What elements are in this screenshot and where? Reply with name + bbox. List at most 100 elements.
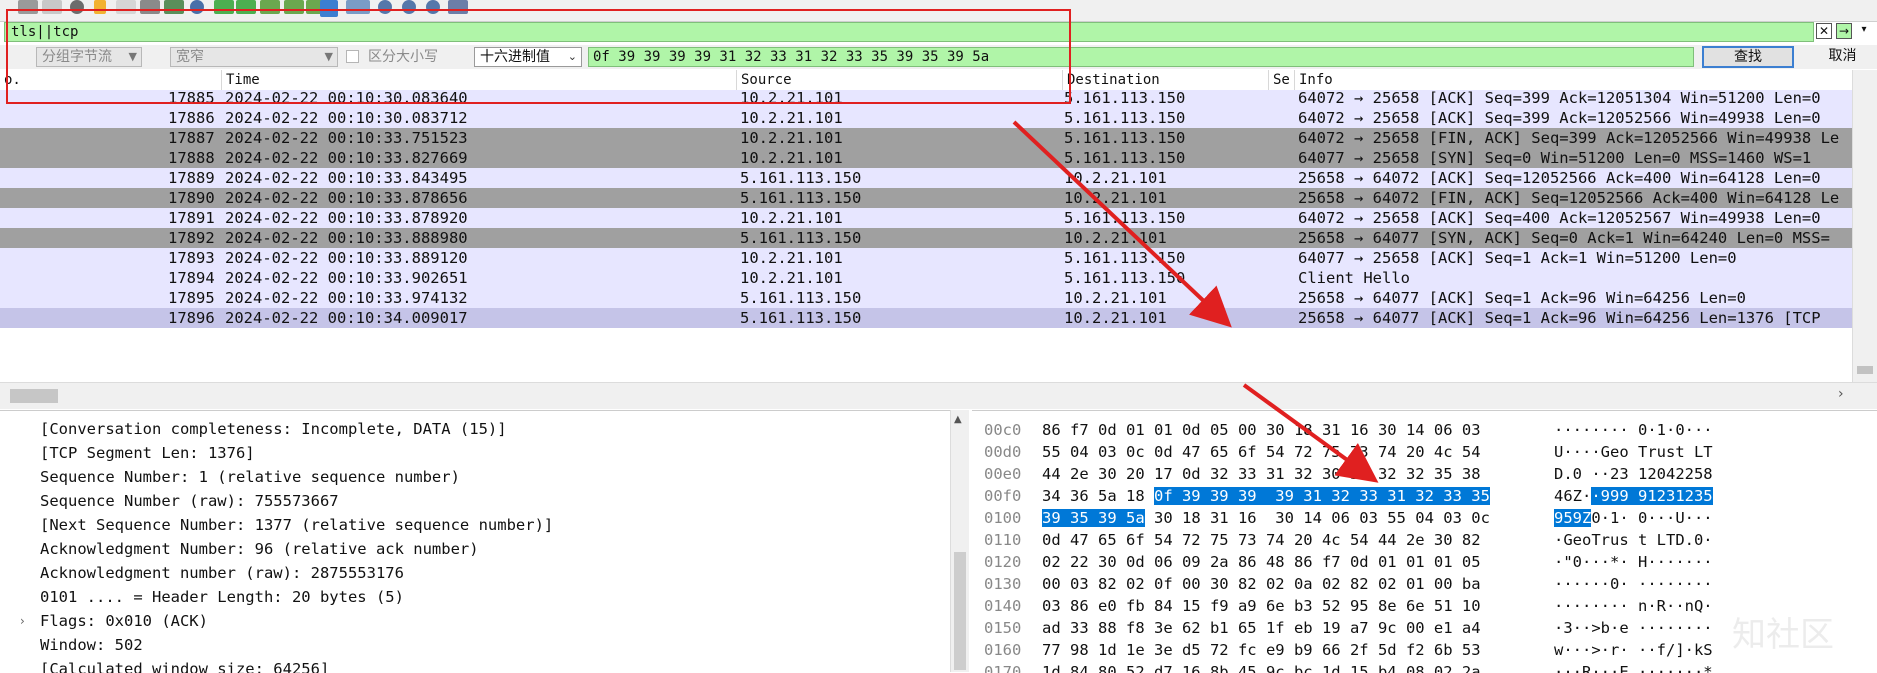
scroll-up-icon[interactable]: ▲: [954, 414, 962, 425]
packet-time: 2024-02-22 00:10:34.009017: [225, 309, 468, 327]
packet-no: 17885: [168, 90, 215, 107]
hex-line[interactable]: 0170 1d 84 80 52 d7 16 8b 45 9c bc 1d 15 …: [972, 661, 1877, 673]
go-back-icon[interactable]: [214, 0, 234, 14]
case-sensitive-checkbox[interactable]: [346, 50, 359, 63]
detail-line[interactable]: [Calculated window size: 64256]: [40, 657, 329, 673]
column-header-seq[interactable]: Se: [1269, 70, 1295, 90]
first-packet-icon[interactable]: [284, 0, 304, 14]
detail-line[interactable]: [TCP Segment Len: 1376]: [40, 441, 255, 465]
detail-line[interactable]: Sequence Number (raw): 755573667: [40, 489, 339, 513]
packet-source: 10.2.21.101: [740, 149, 843, 167]
packet-time: 2024-02-22 00:10:33.751523: [225, 129, 468, 147]
matched-bytes: 39 35 39 5a: [1042, 509, 1145, 527]
detail-line-flags[interactable]: Flags: 0x010 (ACK): [40, 609, 208, 633]
cancel-button[interactable]: 取消: [1808, 46, 1877, 68]
scrollbar-thumb[interactable]: [954, 552, 966, 670]
detail-line[interactable]: Window: 502: [40, 633, 143, 657]
column-header-time[interactable]: Time: [222, 70, 737, 90]
packet-time: 2024-02-22 00:10:33.888980: [225, 229, 468, 247]
packet-destination: 10.2.21.101: [1064, 229, 1167, 247]
zoom-out-icon[interactable]: [402, 0, 416, 14]
hex-line[interactable]: 00d0 55 04 03 0c 0d 47 65 6f 54 72 75 73 …: [972, 441, 1877, 463]
chevron-down-icon: ⌄: [567, 50, 577, 63]
packet-row[interactable]: 17887 2024-02-22 00:10:33.751523 10.2.21.1…: [0, 128, 1852, 148]
packet-row[interactable]: 17892 2024-02-22 00:10:33.888980 5.161.113…: [0, 228, 1852, 248]
colorize-icon[interactable]: [346, 0, 370, 14]
packet-source: 5.161.113.150: [740, 229, 862, 247]
save-file-icon[interactable]: [116, 0, 136, 14]
packet-info: 25658 → 64072 [FIN, ACK] Seq=12052566 Ac…: [1298, 189, 1840, 207]
column-header-destination[interactable]: Destination: [1063, 70, 1269, 90]
detail-line[interactable]: [Next Sequence Number: 1377 (relative se…: [40, 513, 553, 537]
packet-row[interactable]: 17888 2024-02-22 00:10:33.827669 10.2.21.1…: [0, 148, 1852, 168]
packet-source: 10.2.21.101: [740, 90, 843, 107]
packet-info: Client Hello: [1298, 269, 1410, 287]
hex-line-match[interactable]: 0100 39 35 39 5a 30 18 31 16 30 14 06 03 …: [972, 507, 1877, 529]
packet-no: 17893: [168, 249, 215, 267]
hex-line[interactable]: 0110 0d 47 65 6f 54 72 75 73 74 20 4c 54 …: [972, 529, 1877, 551]
packet-source: 10.2.21.101: [740, 209, 843, 227]
search-in-select[interactable]: 分组字节流 ▼: [36, 47, 142, 67]
hex-line[interactable]: 0130 00 03 82 02 0f 00 30 82 02 0a 02 82 …: [972, 573, 1877, 595]
packet-list-horizontal-scrollbar[interactable]: ›: [0, 382, 1877, 409]
scrollbar-thumb[interactable]: [10, 389, 58, 403]
packet-destination: 10.2.21.101: [1064, 169, 1167, 187]
open-file-icon[interactable]: [94, 0, 106, 14]
scroll-right-icon[interactable]: ›: [1838, 386, 1844, 402]
filter-dropdown-icon[interactable]: ▾: [1856, 23, 1872, 39]
find-packet-icon[interactable]: [190, 0, 204, 14]
go-to-packet-icon[interactable]: [260, 0, 280, 14]
packet-row[interactable]: 17889 2024-02-22 00:10:33.843495 5.161.113…: [0, 168, 1852, 188]
find-button[interactable]: 查找: [1702, 46, 1794, 68]
details-scrollbar[interactable]: ▲: [950, 410, 969, 672]
column-header-info[interactable]: Info: [1295, 70, 1852, 90]
display-type-select[interactable]: 十六进制值 ⌄: [474, 47, 582, 67]
hex-line[interactable]: 0120 02 22 30 0d 06 09 2a 86 48 86 f7 0d …: [972, 551, 1877, 573]
packet-row[interactable]: 17890 2024-02-22 00:10:33.878656 5.161.113…: [0, 188, 1852, 208]
detail-line[interactable]: Acknowledgment Number: 96 (relative ack …: [40, 537, 479, 561]
close-file-icon[interactable]: [140, 0, 160, 14]
packet-time: 2024-02-22 00:10:33.889120: [225, 249, 468, 267]
resize-columns-icon[interactable]: [448, 0, 468, 14]
packet-no: 17895: [168, 289, 215, 307]
packet-info: 25658 → 64077 [ACK] Seq=1 Ack=96 Win=642…: [1298, 309, 1821, 327]
restart-capture-icon[interactable]: [42, 0, 62, 14]
detail-line[interactable]: Acknowledgment number (raw): 2875553176: [40, 561, 404, 585]
column-header-source[interactable]: Source: [737, 70, 1063, 90]
packet-row[interactable]: 17891 2024-02-22 00:10:33.878920 10.2.21.1…: [0, 208, 1852, 228]
zoom-in-icon[interactable]: [378, 0, 392, 14]
packet-row[interactable]: 17894 2024-02-22 00:10:33.902651 10.2.21.1…: [0, 268, 1852, 288]
apply-filter-icon[interactable]: →: [1836, 23, 1852, 39]
packet-destination: 5.161.113.150: [1064, 109, 1186, 127]
stop-capture-icon[interactable]: [18, 0, 38, 14]
packet-row[interactable]: 17893 2024-02-22 00:10:33.889120 10.2.21.1…: [0, 248, 1852, 268]
detail-line[interactable]: 0101 .... = Header Length: 20 bytes (5): [40, 585, 404, 609]
hex-line-match[interactable]: 00f0 34 36 5a 18 0f 39 39 39 39 31 32 33 …: [972, 485, 1877, 507]
expand-chevron-icon[interactable]: ›: [20, 609, 25, 633]
packet-no: 17896: [168, 309, 215, 327]
column-header-no[interactable]: o.: [0, 70, 222, 90]
detail-line[interactable]: [Conversation completeness: Incomplete, …: [40, 417, 507, 441]
watermark: 知社区: [1732, 615, 1834, 655]
go-forward-icon[interactable]: [236, 0, 256, 14]
packet-bytes-pane: 00c0 86 f7 0d 01 01 0d 05 00 30 18 31 16 …: [972, 410, 1877, 673]
detail-line[interactable]: Sequence Number: 1 (relative sequence nu…: [40, 465, 460, 489]
capture-options-icon[interactable]: [70, 0, 84, 14]
packet-row[interactable]: 17886 2024-02-22 00:10:30.083712 10.2.21.1…: [0, 108, 1852, 128]
reload-icon[interactable]: [164, 0, 184, 14]
scrollbar-thumb[interactable]: [1857, 366, 1873, 374]
hex-line[interactable]: 00e0 44 2e 30 20 17 0d 32 33 31 32 30 34 …: [972, 463, 1877, 485]
packet-row[interactable]: 17885 2024-02-22 00:10:30.083640 10.2.21.1…: [0, 90, 1852, 108]
find-value-input[interactable]: 0f 39 39 39 39 31 32 33 31 32 33 35 39 3…: [588, 47, 1694, 67]
packet-row[interactable]: 17896 2024-02-22 00:10:34.009017 5.161.113…: [0, 308, 1852, 328]
hex-line[interactable]: 00c0 86 f7 0d 01 01 0d 05 00 30 18 31 16 …: [972, 419, 1877, 441]
zoom-normal-icon[interactable]: [426, 0, 440, 14]
packet-row[interactable]: 17895 2024-02-22 00:10:33.974132 5.161.113…: [0, 288, 1852, 308]
autoscroll-icon[interactable]: [320, 0, 338, 17]
packet-list-vertical-scrollbar[interactable]: [1852, 70, 1877, 382]
packet-no: 17887: [168, 129, 215, 147]
clear-filter-icon[interactable]: ✕: [1816, 23, 1832, 39]
charset-select[interactable]: 宽窄 ▼: [170, 47, 338, 67]
display-filter-input[interactable]: tls||tcp: [4, 22, 1814, 42]
case-sensitive-label: 区分大小写: [368, 49, 438, 65]
